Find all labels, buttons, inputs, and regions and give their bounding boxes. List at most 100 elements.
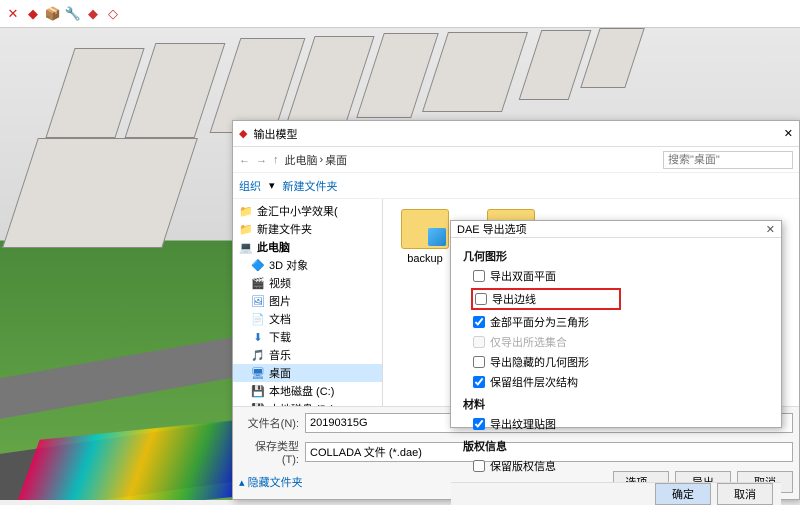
search-input[interactable] (663, 151, 793, 169)
option-checkbox-row[interactable]: 导出边线 (471, 288, 621, 310)
tool-icon-1[interactable]: ✕ (4, 5, 22, 23)
fwd-arrow-icon[interactable]: → (256, 154, 267, 166)
tree-label: 本地磁盘 (C:) (269, 383, 334, 399)
tree-node[interactable]: 💻 此电脑 (233, 238, 382, 256)
folder-tree[interactable]: 📁 金汇中小学效果( 📁 新建文件夹 💻 此电脑 🔷 3D 对象 🎬 视频 🖼 图片 📄 文档 ⬇ 下载 🎵 音乐… (233, 199, 383, 406)
checkbox-label: 保留组件层次结构 (490, 374, 578, 390)
checkbox-label: 保留版权信息 (490, 458, 556, 474)
tree-node[interactable]: 🎵 音乐 (233, 346, 382, 364)
tree-icon: 🖼 (251, 294, 265, 308)
checkbox[interactable] (473, 460, 485, 472)
checkbox[interactable] (475, 293, 487, 305)
checkbox-label: 导出边线 (492, 291, 536, 307)
nav-bar: ← → ↑ 此电脑 › 桌面 (233, 147, 799, 173)
tree-icon: 💾 (251, 384, 265, 398)
options-title: DAE 导出选项 (457, 221, 527, 237)
up-arrow-icon[interactable]: ↑ (273, 154, 279, 166)
tree-label: 新建文件夹 (257, 221, 312, 237)
checkbox-label: 仅导出所选集合 (490, 334, 567, 350)
tool-icon-4[interactable]: 🔧 (64, 5, 82, 23)
checkbox[interactable] (473, 316, 485, 328)
tree-node[interactable]: 📁 金汇中小学效果( (233, 202, 382, 220)
folder-item[interactable]: backup (393, 209, 457, 265)
ok-button[interactable]: 确定 (655, 483, 711, 505)
breadcrumb[interactable]: 此电脑 › 桌面 (285, 152, 658, 168)
checkbox-label: 导出纹理贴图 (490, 416, 556, 432)
tree-label: 视频 (269, 275, 291, 291)
option-checkbox-row[interactable]: 保留版权信息 (463, 458, 769, 474)
menu-chevron-icon: ▾ (269, 179, 275, 192)
dialog-titlebar: ◆ 输出模型 ✕ (233, 121, 799, 147)
hide-folders-link[interactable]: ▴ 隐藏文件夹 (239, 474, 303, 490)
option-checkbox-row[interactable]: 保留组件层次结构 (463, 374, 769, 390)
tree-label: 图片 (269, 293, 291, 309)
options-titlebar: DAE 导出选项 ✕ (451, 221, 781, 238)
crumb-1[interactable]: 桌面 (325, 152, 347, 168)
tool-icon-5[interactable]: ◆ (84, 5, 102, 23)
tool-icon-3[interactable]: 📦 (44, 5, 62, 23)
toolbar-row: 组织 ▾ 新建文件夹 (233, 173, 799, 199)
tree-node[interactable]: 💾 本地磁盘 (C:) (233, 382, 382, 400)
tree-label: 下载 (269, 329, 291, 345)
option-checkbox-row[interactable]: 导出双面平面 (463, 268, 769, 284)
checkbox-label: 导出隐藏的几何图形 (490, 354, 589, 370)
tree-node[interactable]: 📁 新建文件夹 (233, 220, 382, 238)
tree-icon: 🎬 (251, 276, 265, 290)
tree-label: 此电脑 (257, 239, 290, 255)
checkbox-label: 金部平面分为三角形 (490, 314, 589, 330)
tree-node[interactable]: 🖼 图片 (233, 292, 382, 310)
checkbox-label: 导出双面平面 (490, 268, 556, 284)
tree-node[interactable]: 🎬 视频 (233, 274, 382, 292)
tree-node[interactable]: ⬇ 下载 (233, 328, 382, 346)
tree-label: 桌面 (269, 365, 291, 381)
app-icon: ◆ (239, 127, 247, 140)
option-checkbox-row[interactable]: 导出纹理贴图 (463, 416, 769, 432)
option-group-label: 版权信息 (463, 438, 769, 454)
filename-label: 文件名(N): (239, 415, 299, 431)
colorful-building (11, 417, 269, 500)
option-checkbox-row: 仅导出所选集合 (463, 334, 769, 350)
option-group-label: 材料 (463, 396, 769, 412)
tree-icon: 💻 (239, 240, 253, 254)
dae-options-dialog: DAE 导出选项 ✕ 几何图形导出双面平面导出边线金部平面分为三角形仅导出所选集… (450, 220, 782, 428)
tree-node[interactable]: 🖥 桌面 (233, 364, 382, 382)
checkbox[interactable] (473, 418, 485, 430)
tree-icon: 🔷 (251, 258, 265, 272)
tree-icon: 📁 (239, 222, 253, 236)
filetype-label: 保存类型(T): (239, 438, 299, 466)
back-arrow-icon[interactable]: ← (239, 154, 250, 166)
organize-menu[interactable]: 组织 (239, 178, 261, 194)
tree-label: 3D 对象 (269, 257, 308, 273)
tree-node[interactable]: 🔷 3D 对象 (233, 256, 382, 274)
tree-label: 音乐 (269, 347, 291, 363)
chevron-right-icon: › (320, 154, 324, 166)
close-icon[interactable]: ✕ (784, 127, 793, 140)
tree-icon: ⬇ (251, 330, 265, 344)
checkbox[interactable] (473, 356, 485, 368)
tree-icon: 📄 (251, 312, 265, 326)
option-group-label: 几何图形 (463, 248, 769, 264)
tool-icon-2[interactable]: ◆ (24, 5, 42, 23)
option-checkbox-row[interactable]: 金部平面分为三角形 (463, 314, 769, 330)
tree-icon: 🎵 (251, 348, 265, 362)
dialog-title: 输出模型 (253, 126, 297, 142)
cancel-button[interactable]: 取消 (717, 483, 773, 505)
tree-icon: 📁 (239, 204, 253, 218)
checkbox (473, 336, 485, 348)
options-footer: 确定 取消 (451, 482, 781, 505)
folder-icon (401, 209, 449, 249)
tree-label: 文档 (269, 311, 291, 327)
tree-label: 金汇中小学效果( (257, 203, 338, 219)
options-body: 几何图形导出双面平面导出边线金部平面分为三角形仅导出所选集合导出隐藏的几何图形保… (451, 238, 781, 482)
tool-icon-6[interactable]: ◇ (104, 5, 122, 23)
crumb-0[interactable]: 此电脑 (285, 152, 318, 168)
checkbox[interactable] (473, 376, 485, 388)
app-toolbar: ✕ ◆ 📦 🔧 ◆ ◇ (0, 0, 800, 28)
close-icon[interactable]: ✕ (766, 223, 775, 236)
tree-icon: 🖥 (251, 366, 265, 380)
checkbox[interactable] (473, 270, 485, 282)
new-folder-button[interactable]: 新建文件夹 (283, 178, 338, 194)
folder-label: backup (407, 253, 442, 265)
tree-node[interactable]: 📄 文档 (233, 310, 382, 328)
option-checkbox-row[interactable]: 导出隐藏的几何图形 (463, 354, 769, 370)
